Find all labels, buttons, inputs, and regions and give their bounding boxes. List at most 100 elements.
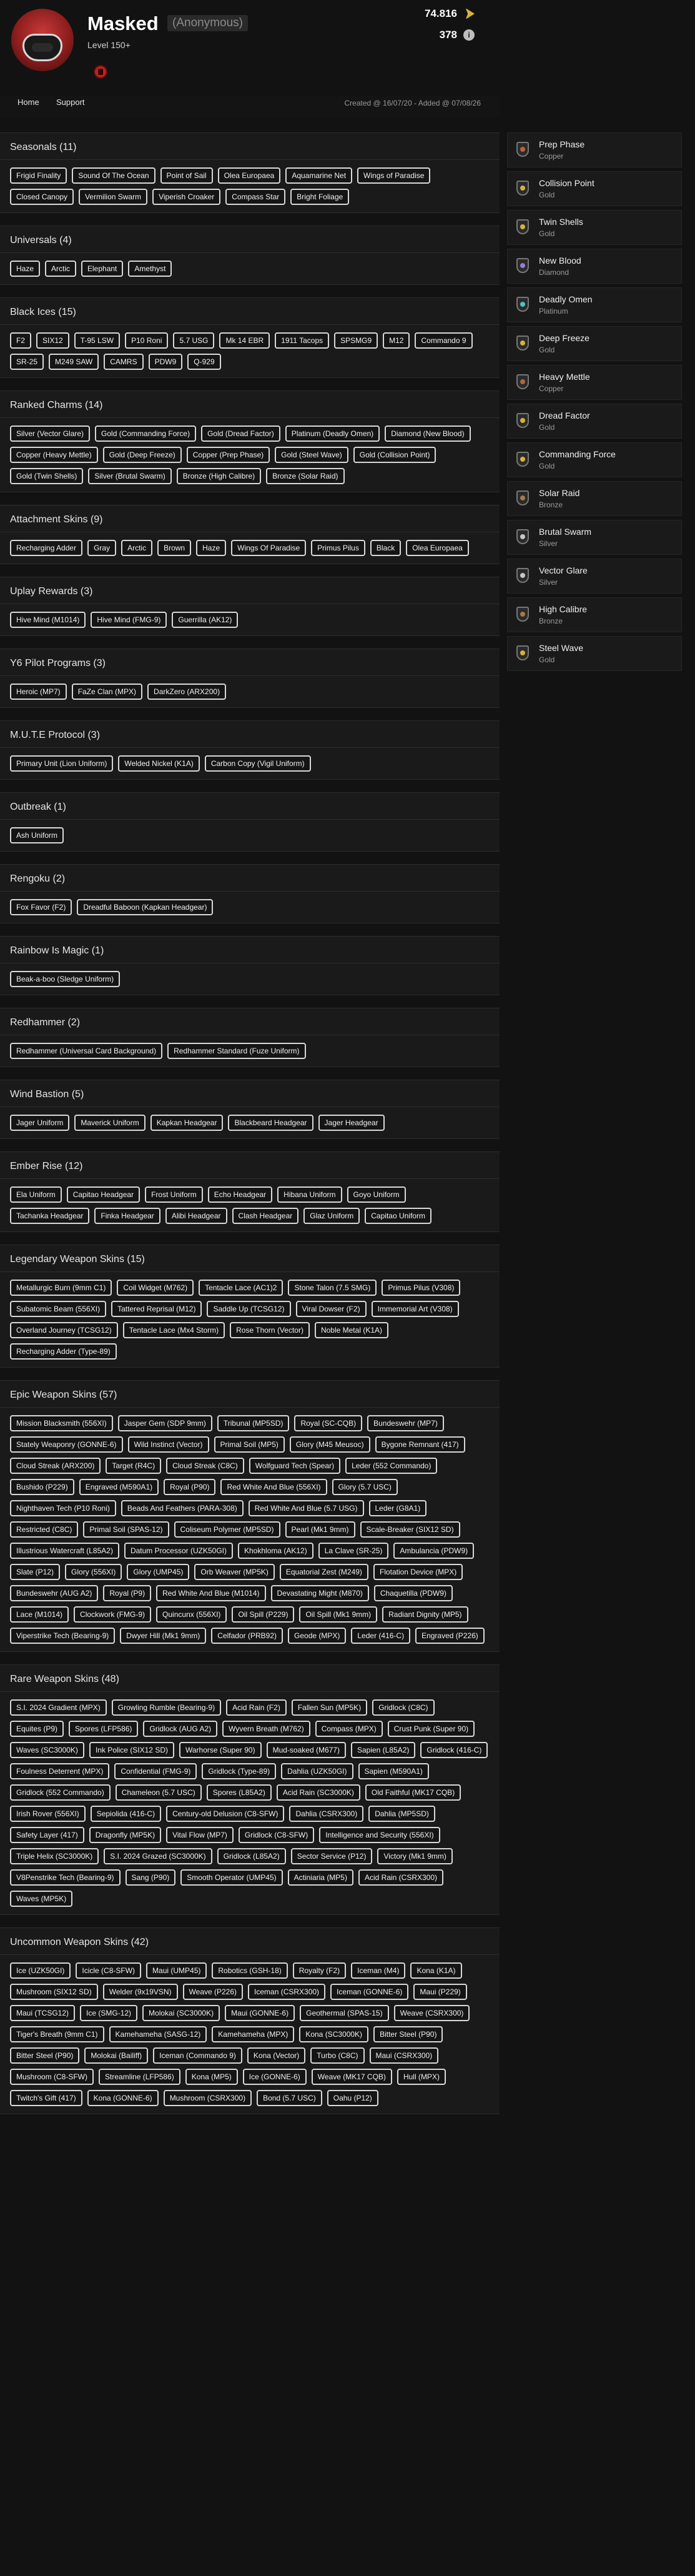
item-tag: Maui (GONNE-6) — [225, 2005, 295, 2021]
charm-badge-icon — [516, 336, 529, 351]
item-tag: Bundeswehr (MP7) — [367, 1415, 444, 1431]
section-divider — [0, 1407, 500, 1408]
item-tag: Kapkan Headgear — [150, 1115, 224, 1131]
profile-name: Masked — [87, 12, 159, 34]
item-tag: Bronze (High Calibre) — [176, 468, 262, 484]
charm-name: Deadly Omen — [539, 294, 593, 304]
item-tag: Flotation Device (MPX) — [373, 1564, 463, 1580]
item-tag: Copper (Prep Phase) — [186, 447, 270, 463]
item-tag: Viperstrike Tech (Bearing-9) — [10, 1628, 116, 1644]
item-tag: Dahlia (MP5SD) — [368, 1806, 435, 1822]
item-tag: Confidential (FMG-9) — [114, 1763, 197, 1779]
charm-name: Deep Freeze — [539, 333, 589, 343]
item-tag: PDW9 — [148, 354, 183, 370]
charm-card: Prep Phase Copper — [507, 132, 682, 167]
section-divider — [0, 159, 500, 160]
item-tag: Noble Metal (K1A) — [314, 1322, 388, 1338]
charm-name: High Calibre — [539, 604, 588, 614]
item-tag: Ice (UZK50GI) — [10, 1962, 71, 1979]
charm-card: High Calibre Bronze — [507, 597, 682, 632]
item-list: Haze Arctic Elephant Amethyst — [10, 261, 490, 277]
charm-badge-icon — [516, 142, 529, 157]
charm-tier: Copper — [539, 152, 564, 161]
item-tag: Glaz Uniform — [303, 1208, 360, 1224]
item-tag: Geothermal (SPAS-15) — [300, 2005, 389, 2021]
section-divider — [0, 819, 500, 820]
item-tag: Jager Uniform — [10, 1115, 70, 1131]
item-tag: Foulness Deterrent (MPX) — [10, 1763, 110, 1779]
item-tag: Beads And Feathers (PARA-308) — [121, 1500, 244, 1516]
item-tag: M249 SAW — [49, 354, 99, 370]
section-title: Rare Weapon Skins (48) — [10, 1674, 119, 1684]
item-tag: Maui (TCSG12) — [10, 2005, 76, 2021]
item-tag: Chameleon (5.7 USC) — [115, 1784, 202, 1801]
item-tag: Stately Weaponry (GONNE-6) — [10, 1436, 123, 1453]
item-tag: Spores (LFP586) — [69, 1721, 139, 1737]
section-divider — [0, 1271, 500, 1272]
item-tag: P10 Roni — [125, 332, 169, 349]
item-tag: Gold (Deep Freeze) — [102, 447, 182, 463]
item-tag: Smooth Operator (UMP45) — [180, 1869, 283, 1886]
item-tag: Goyo Uniform — [347, 1186, 406, 1203]
section-title: Uplay Rewards (3) — [10, 586, 93, 597]
item-tag: SIX12 — [36, 332, 69, 349]
item-tag: Icicle (C8-SFW) — [76, 1962, 142, 1979]
item-tag: Mission Blacksmith (556XI) — [10, 1415, 113, 1431]
nav-home-link[interactable]: Home — [17, 97, 39, 107]
item-tag: S.I. 2024 Grazed (SC3000K) — [104, 1848, 212, 1864]
item-list: Redhammer (Universal Card Background) Red… — [10, 1043, 490, 1059]
item-tag: Triple Helix (SC3000K) — [10, 1848, 99, 1864]
item-tag: Olea Europaea — [217, 167, 281, 184]
item-tag: Bundeswehr (AUG A2) — [10, 1585, 99, 1601]
item-tag: Tachanka Headgear — [10, 1208, 90, 1224]
item-tag: Target (R4C) — [106, 1458, 162, 1474]
item-tag: SPSMG9 — [334, 332, 378, 349]
charm-name: Prep Phase — [539, 139, 585, 149]
avatar — [11, 9, 74, 71]
item-tag: Tattered Reprisal (M12) — [111, 1301, 202, 1317]
charm-tier: Copper — [539, 384, 564, 393]
charm-list: Prep Phase Copper Collision Point Gold Twin … — [507, 132, 682, 675]
charm-badge-icon — [516, 219, 529, 234]
item-tag: Weave (P226) — [182, 1984, 244, 2000]
item-tag: Tentacle Lace (Mx4 Storm) — [122, 1322, 225, 1338]
created-added-dates: Created @ 16/07/20 - Added @ 07/08/26 — [344, 99, 481, 107]
item-tag: Streamline (LFP586) — [99, 2069, 180, 2085]
item-tag: Kamehameha (MPX) — [212, 2026, 295, 2042]
item-tag: Haze — [196, 540, 227, 556]
item-tag: Sapien (M590A1) — [358, 1763, 429, 1779]
collection-section: Outbreak (1) Ash Uniform — [0, 792, 500, 852]
item-tag: Gridlock (416-C) — [420, 1742, 488, 1758]
nav-support-link[interactable]: Support — [56, 97, 85, 107]
item-tag: Brown — [157, 540, 192, 556]
item-tag: Vermilion Swarm — [79, 189, 148, 205]
item-tag: Pearl (Mk1 9mm) — [285, 1521, 355, 1538]
charm-card: Deep Freeze Gold — [507, 326, 682, 361]
charm-tier: Silver — [539, 539, 558, 548]
item-tag: Primal Soil (SPAS-12) — [83, 1521, 169, 1538]
collection-section: Black Ices (15) F2 SIX12 T-95 LSW P10 Roni 5.… — [0, 297, 500, 378]
item-tag: Gray — [87, 540, 117, 556]
item-tag: FaZe Clan (MPX) — [71, 684, 143, 700]
charm-card: Brutal Swarm Silver — [507, 520, 682, 555]
item-tag: Q-929 — [187, 354, 221, 370]
item-tag: Metallurgic Burn (9mm C1) — [10, 1280, 112, 1296]
item-tag: Redhammer (Universal Card Background) — [10, 1043, 163, 1059]
item-tag: Kona (K1A) — [410, 1962, 462, 1979]
item-tag: Oil Spill (Mk1 9mm) — [299, 1606, 378, 1623]
item-tag: Kona (GONNE-6) — [87, 2090, 159, 2106]
info-icon[interactable]: i — [463, 29, 475, 41]
section-title: Rengoku (2) — [10, 873, 66, 884]
item-tag: Ash Uniform — [10, 827, 64, 843]
item-tag: Cloud Streak (ARX200) — [10, 1458, 101, 1474]
item-tag: Hive Mind (FMG-9) — [91, 612, 167, 628]
item-tag: Restricted (C8C) — [10, 1521, 79, 1538]
anonymous-label: (Anonymous) — [167, 15, 248, 31]
section-title: Ember Rise (12) — [10, 1161, 83, 1171]
item-tag: Dragonfly (MP5K) — [89, 1827, 162, 1843]
item-tag: Sector Service (P12) — [290, 1848, 373, 1864]
charm-badge-icon — [516, 645, 529, 660]
nav-bar: Home Support Created @ 16/07/20 - Added … — [0, 96, 500, 117]
item-tag: Growling Rumble (Bearing-9) — [111, 1699, 222, 1716]
item-tag: Heroic (MP7) — [10, 684, 67, 700]
